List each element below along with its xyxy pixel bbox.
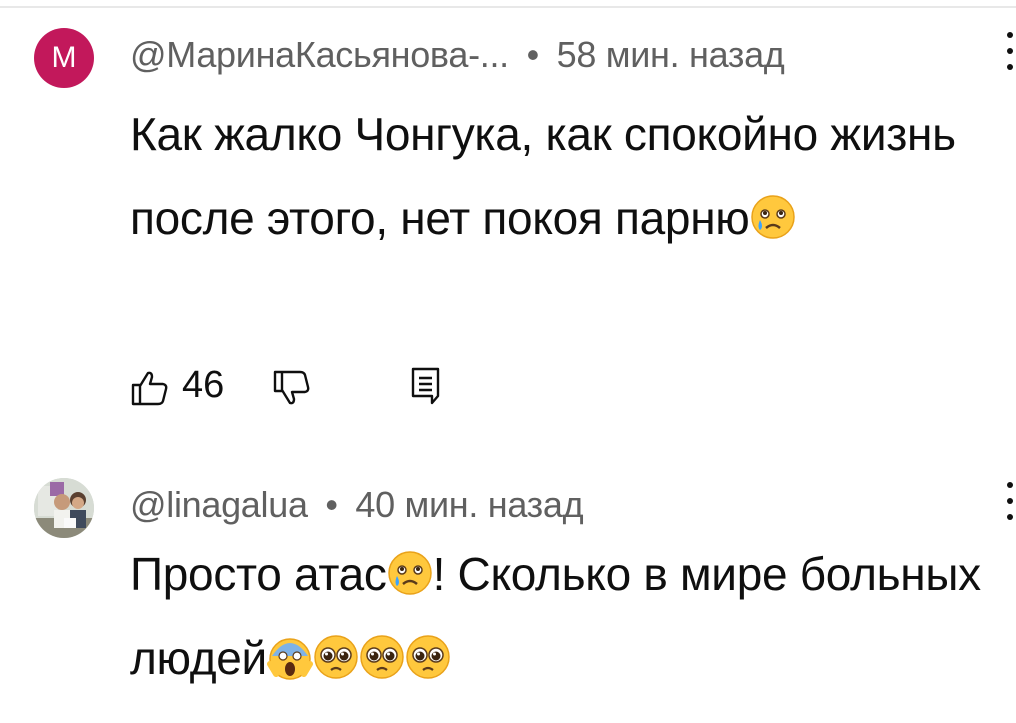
meta-separator: • bbox=[325, 484, 338, 525]
pleading-face-emoji bbox=[314, 635, 358, 679]
comment-author[interactable]: @linagalua bbox=[130, 484, 308, 525]
comment-meta: @linagalua • 40 мин. назад bbox=[130, 484, 584, 526]
more-options-icon[interactable] bbox=[1006, 32, 1014, 78]
pleading-face-emoji bbox=[406, 635, 450, 679]
comment-time[interactable]: 40 мин. назад bbox=[355, 484, 583, 525]
crying-face-emoji bbox=[750, 195, 795, 239]
thumbs-down-icon[interactable] bbox=[272, 368, 312, 408]
comment-time[interactable]: 58 мин. назад bbox=[557, 34, 785, 75]
reply-icon[interactable] bbox=[410, 366, 444, 406]
comment-text: Просто атас! Сколько в мире больных люде… bbox=[130, 532, 1010, 700]
top-divider bbox=[0, 6, 1016, 8]
avatar-photo bbox=[34, 478, 94, 538]
thumbs-up-icon[interactable] bbox=[130, 368, 170, 408]
avatar[interactable] bbox=[34, 478, 94, 538]
comment-author[interactable]: @МаринаКасьянова-... bbox=[130, 34, 509, 75]
comment-meta: @МаринаКасьянова-... • 58 мин. назад bbox=[130, 34, 785, 76]
comment-body: Просто атас bbox=[130, 548, 387, 600]
like-count: 46 bbox=[182, 364, 225, 406]
comment-actions: 46 bbox=[130, 364, 530, 412]
comment-text: Как жалко Чонгука, как спокойно жизнь по… bbox=[130, 92, 1010, 260]
meta-separator: • bbox=[526, 34, 540, 75]
avatar[interactable]: M bbox=[34, 28, 94, 88]
crying-face-emoji bbox=[387, 551, 432, 595]
pleading-face-emoji bbox=[360, 635, 404, 679]
screaming-face-emoji bbox=[266, 638, 313, 680]
more-options-icon[interactable] bbox=[1006, 482, 1014, 528]
comment-body: Как жалко Чонгука, как спокойно жизнь по… bbox=[130, 108, 956, 244]
